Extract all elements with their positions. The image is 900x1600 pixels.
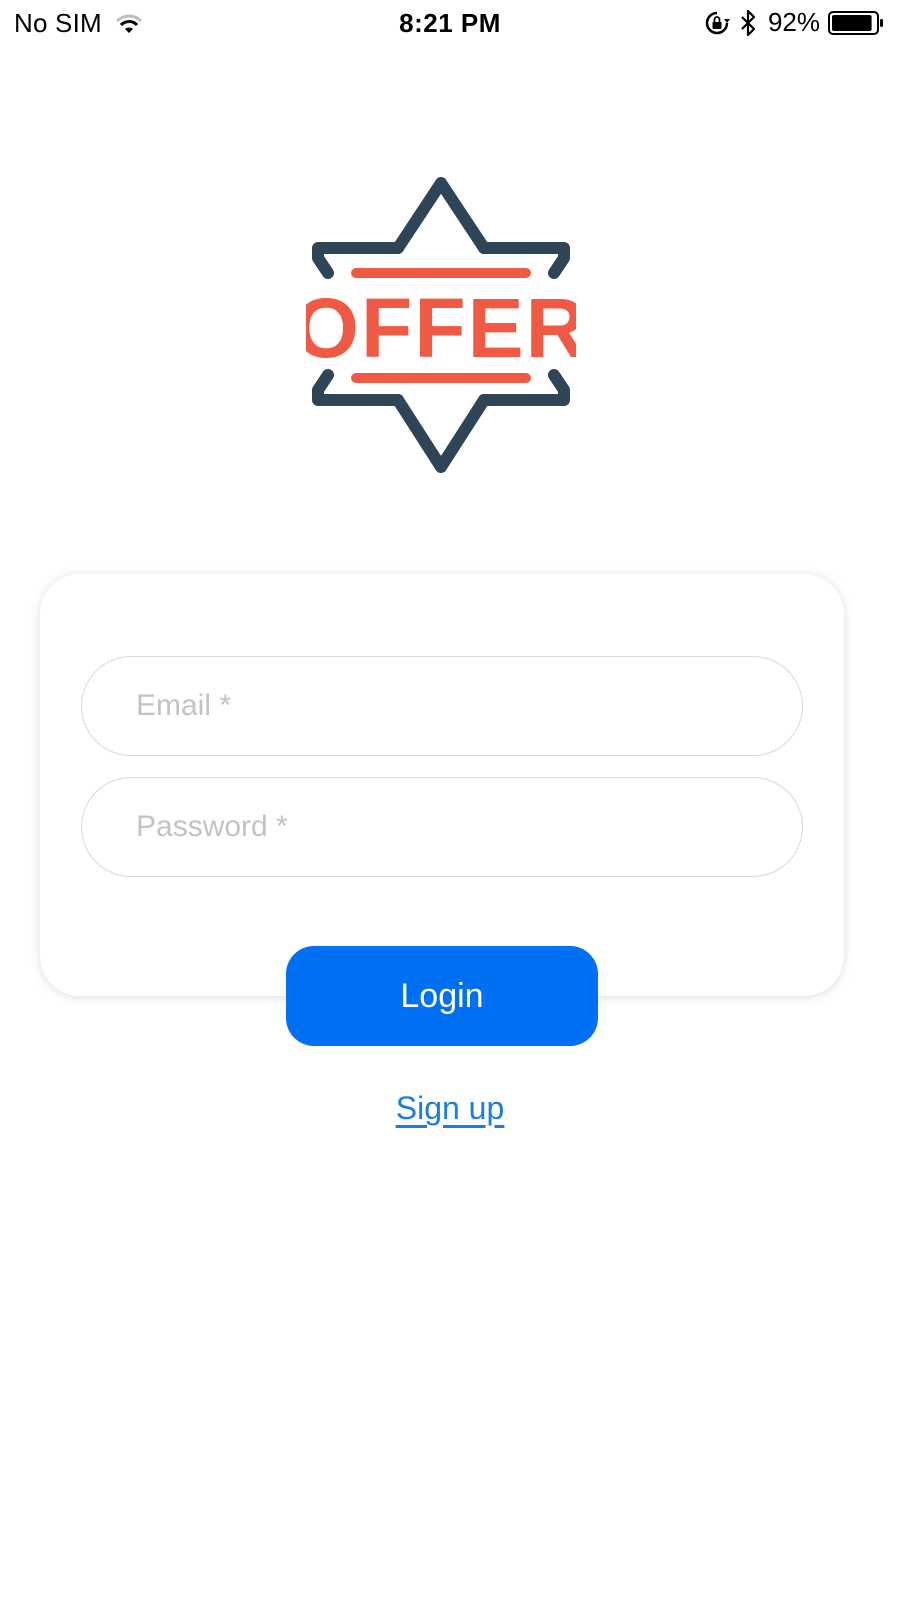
email-field[interactable] — [81, 656, 803, 756]
signup-link[interactable]: Sign up — [0, 1090, 900, 1127]
orientation-lock-icon — [704, 10, 730, 36]
status-bar: No SIM 8:21 PM 92% — [0, 0, 900, 44]
login-screen: No SIM 8:21 PM 92% OFFER Email * Login S… — [0, 0, 900, 1600]
offer-logo: OFFER — [306, 175, 576, 480]
status-right: 92% — [704, 7, 884, 38]
login-card — [40, 574, 844, 996]
battery-icon — [828, 10, 884, 36]
login-button[interactable]: Login — [286, 946, 598, 1046]
password-input[interactable] — [82, 778, 802, 876]
battery-percent: 92% — [767, 7, 820, 37]
email-input[interactable] — [82, 657, 802, 755]
logo-text: OFFER — [306, 281, 576, 375]
signup-link-label: Sign up — [395, 1090, 505, 1126]
password-field[interactable] — [81, 777, 803, 877]
bluetooth-icon — [740, 9, 756, 37]
login-button-label: Login — [400, 976, 484, 1015]
